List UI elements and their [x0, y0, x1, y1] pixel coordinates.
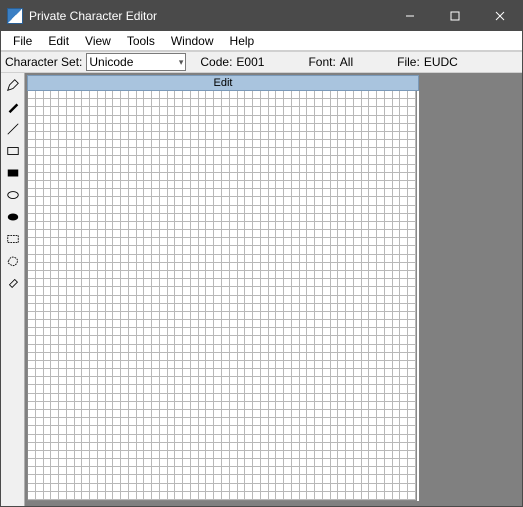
app-window: Private Character Editor File Edit View … [0, 0, 523, 507]
charset-label: Character Set: [5, 55, 82, 69]
edit-panel-header: Edit [27, 75, 419, 91]
menu-help[interactable]: Help [222, 32, 263, 50]
file-label: File: [397, 55, 420, 69]
pencil-tool[interactable] [3, 75, 23, 95]
menu-window[interactable]: Window [163, 32, 222, 50]
edit-area: Edit [25, 73, 522, 506]
freeform-select-tool[interactable] [3, 251, 23, 271]
font-label: Font: [308, 55, 335, 69]
rectangular-select-tool[interactable] [3, 229, 23, 249]
ellipse-fill-tool[interactable] [3, 207, 23, 227]
menu-edit[interactable]: Edit [40, 32, 77, 50]
maximize-button[interactable] [432, 1, 477, 31]
chevron-down-icon: ▾ [179, 57, 184, 68]
ellipse-outline-tool[interactable] [3, 185, 23, 205]
charset-value: Unicode [89, 55, 133, 69]
character-grid[interactable] [27, 91, 417, 501]
rectangle-outline-tool[interactable] [3, 141, 23, 161]
charset-dropdown[interactable]: Unicode ▾ [86, 53, 186, 71]
window-controls [387, 1, 522, 31]
menu-tools[interactable]: Tools [119, 32, 163, 50]
app-icon [7, 8, 23, 24]
rectangle-fill-tool[interactable] [3, 163, 23, 183]
workspace: Edit [1, 73, 522, 506]
line-tool[interactable] [3, 119, 23, 139]
menu-file[interactable]: File [5, 32, 40, 50]
edit-panel: Edit [27, 75, 419, 501]
info-bar: Character Set: Unicode ▾ Code: E001 Font… [1, 51, 522, 73]
toolbox [1, 73, 25, 506]
menubar: File Edit View Tools Window Help [1, 31, 522, 51]
menu-view[interactable]: View [77, 32, 119, 50]
eraser-tool[interactable] [3, 273, 23, 293]
close-button[interactable] [477, 1, 522, 31]
font-value: All [340, 55, 353, 69]
file-value: EUDC [424, 55, 458, 69]
code-value: E001 [236, 55, 264, 69]
minimize-button[interactable] [387, 1, 432, 31]
titlebar: Private Character Editor [1, 1, 522, 31]
code-label: Code: [200, 55, 232, 69]
brush-tool[interactable] [3, 97, 23, 117]
window-title: Private Character Editor [29, 9, 387, 23]
